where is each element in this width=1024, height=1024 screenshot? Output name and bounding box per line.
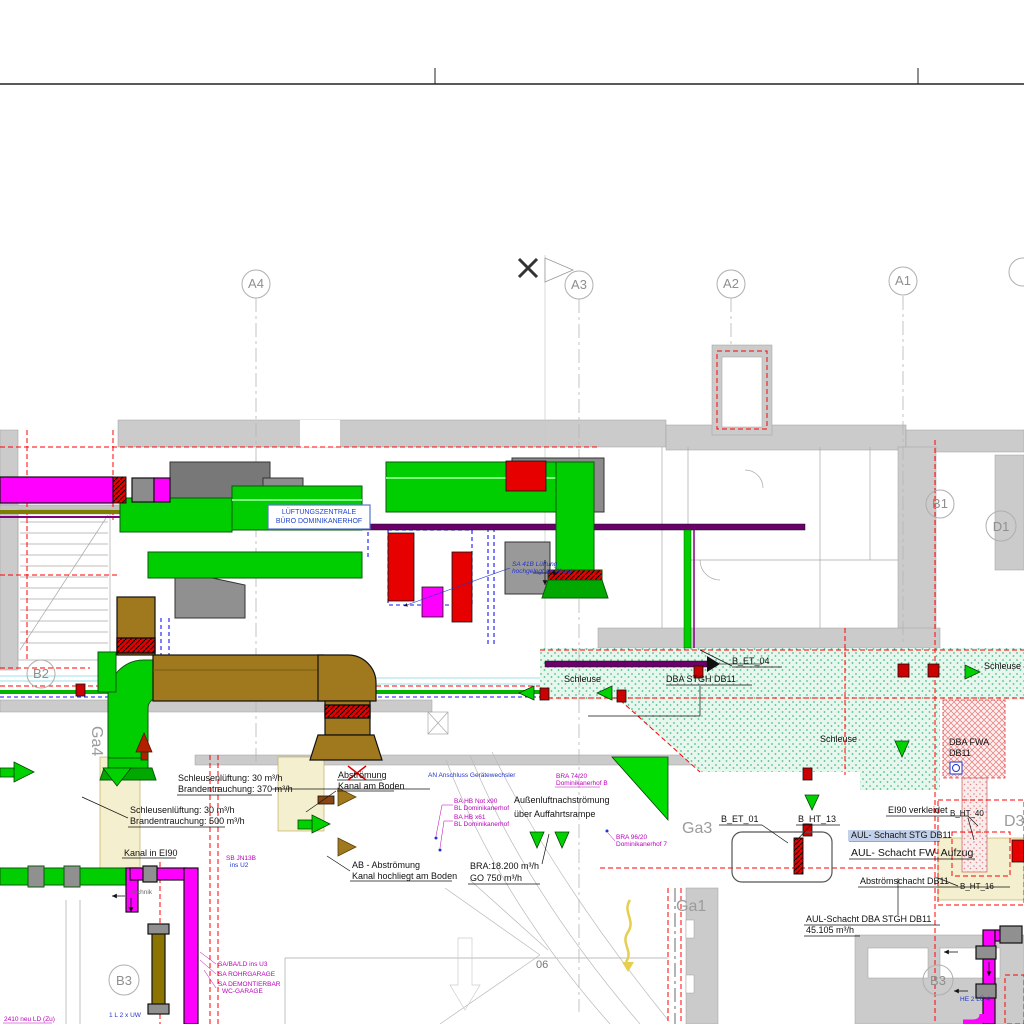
label-dba-fwa-line2: DB11 xyxy=(949,748,971,758)
label-dba-stgh: DBA STGH DB11 xyxy=(666,674,736,684)
zone-label-ga4: Ga4 xyxy=(88,726,105,756)
label-b-ht-13: B_HT_13 xyxy=(798,814,836,824)
label-ei90-verkleidet: EI90 verkleidet xyxy=(888,805,948,815)
label-m1b: BL Dominikanerhof xyxy=(454,805,509,812)
label-ab-abstroemung-line1: AB - Abströmung xyxy=(352,860,420,870)
zone-label-ga1: Ga1 xyxy=(676,898,706,915)
label-blue-center-line1: SA 41B Lüftung xyxy=(512,561,558,568)
label-aul-dba-line1: AUL-Schacht DBA STGH DB11 xyxy=(806,914,931,924)
label-b-et-01: B_ET_01 xyxy=(721,814,759,824)
label-m2a: BA HB x61 xyxy=(454,814,486,821)
label-m3a: BRA 74/20 xyxy=(556,773,587,780)
grid-bubble-b1: B1 xyxy=(932,496,948,511)
label-m2b: BL Dominikanerhof xyxy=(454,821,509,828)
label-kanal-ei90: Kanal in EI90 xyxy=(124,848,178,858)
room-number-06: 06 xyxy=(536,959,548,971)
label-blue1: 1 L 2 x UW xyxy=(109,1012,142,1019)
grid-bubble-b3-right: B3 xyxy=(930,973,946,988)
label-schleuse-far: Schleuse xyxy=(984,661,1021,671)
label-schleusenlueftung2-line2: Brandentrauchung: 500 m³/h xyxy=(130,816,245,826)
grid-bubble-b3-left: B3 xyxy=(116,973,132,988)
label-dba-fwa-line1: DBA FWA xyxy=(949,737,989,747)
label-ab-abstroemung-line2: Kanal hochliegt am Boden xyxy=(352,871,457,881)
label-schleuse-right: Schleuse xyxy=(820,734,857,744)
label-geraetewechsler: AN Anschluss Gerätewechsler xyxy=(428,772,516,779)
label-schleusenlueftung2-line1: Schleusenlüftung: 30 m³/h xyxy=(130,805,235,815)
grid-bubble-a1: A1 xyxy=(895,273,911,288)
label-schleusenlueftung1-line2: Brandentrauchung: 370 m³/h xyxy=(178,784,293,794)
label-m8a: SA DEMONTIERBAR xyxy=(218,981,281,988)
hvac-floor-plan: A4 A3 A2 A1 B1 D1 B2 B3 B3 Ga3 Ga1 Ga4 D… xyxy=(0,0,1024,1024)
label-bra-line2: GO 750 m³/h xyxy=(470,873,522,883)
label-blue2: HE 2 LÜ 4 xyxy=(960,995,990,1003)
grid-bubble-d1: D1 xyxy=(993,519,1010,534)
label-abstroemung-line1: Abströmung xyxy=(338,770,387,780)
label-m8b: WC-GARAGE xyxy=(222,988,263,995)
label-m1a: BA HB Not x90 xyxy=(454,798,498,805)
label-m3b: Dominikanerhof B xyxy=(556,780,608,787)
label-m9: 2410 neu LD (Zu) xyxy=(4,1016,55,1023)
plan-canvas: A4 A3 A2 A1 B1 D1 B2 B3 B3 Ga3 Ga1 Ga4 D… xyxy=(0,0,1024,1024)
label-b-et-04: B_ET_04 xyxy=(732,656,770,666)
label-abstroemschacht: Abströmschacht DB11 xyxy=(860,876,949,886)
grid-bubble-a4: A4 xyxy=(248,276,264,291)
equipment-label-box: LÜFTUNGSZENTRALE BÜRO DOMINIKANERHOF xyxy=(268,505,370,529)
zone-label-d3: D3 xyxy=(1004,813,1024,830)
grid-bubble-a2: A2 xyxy=(723,276,739,291)
label-schleusenlueftung1-line1: Schleusenlüftung: 30 m³/h xyxy=(178,773,283,783)
label-technik: Technik xyxy=(130,889,153,896)
label-b-ht-16: B_HT_16 xyxy=(960,882,994,891)
label-m5a: SB JN13B xyxy=(226,855,256,862)
label-m5b: ins U2 xyxy=(230,862,249,869)
label-aul-schacht-fw: AUL- Schacht FW- Aufzug xyxy=(851,847,974,859)
label-m4a: BRA 96/20 xyxy=(616,834,647,841)
label-aul-schacht-stg: AUL- Schacht STG DB11 xyxy=(851,830,952,840)
label-bra-line1: BRA:18.200 m³/h xyxy=(470,861,539,871)
label-m7: SA ROHRGARAGE xyxy=(218,971,276,978)
label-aussenluft-line1: Außenluftnachströmung xyxy=(514,795,610,805)
label-m6: SA/BA/LD ins U3 xyxy=(218,961,268,968)
zone-label-ga3: Ga3 xyxy=(682,820,712,837)
equipment-label-line1: LÜFTUNGSZENTRALE xyxy=(282,508,357,516)
equipment-label-line2: BÜRO DOMINIKANERHOF xyxy=(276,517,362,525)
label-blue-center-line2: hochgelegt an Wand xyxy=(512,568,572,575)
label-schleuse-corridor: Schleuse xyxy=(564,674,601,684)
label-abstroemung-line2: Kanal am Boden xyxy=(338,781,405,791)
label-m4b: Dominikanerhof 7 xyxy=(616,841,667,848)
label-aul-dba-line2: 45.105 m³/h xyxy=(806,925,854,935)
grid-bubble-a3: A3 xyxy=(571,277,587,292)
label-b-ht-40: B_HT_40 xyxy=(950,809,984,818)
label-aussenluft-line2: über Auffahrtsrampe xyxy=(514,809,595,819)
grid-bubble-b2: B2 xyxy=(33,666,49,681)
